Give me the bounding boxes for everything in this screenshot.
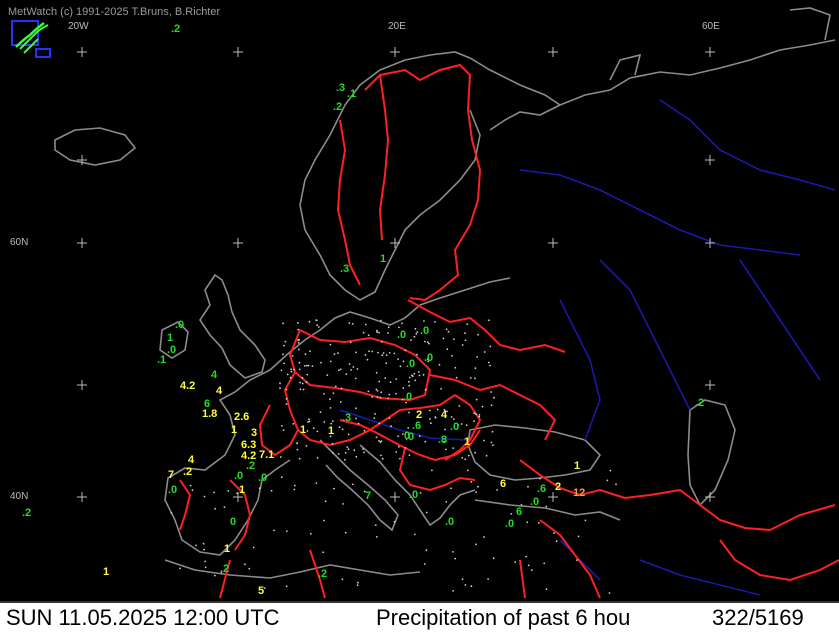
precip-value: 2.6: [234, 411, 249, 423]
precip-value: .0: [420, 325, 429, 337]
precip-value: 1: [167, 332, 173, 344]
precip-value: .0: [168, 484, 177, 496]
precip-value: .0: [406, 358, 415, 370]
precip-value: 1: [239, 484, 245, 496]
precip-value: .2: [183, 466, 192, 478]
precip-value: 1: [380, 253, 386, 265]
precip-value: 12: [573, 487, 585, 499]
lat-label-40n: 40N: [10, 491, 29, 502]
lon-label-20e: 20E: [388, 21, 406, 32]
status-title: Precipitation of past 6 hou: [376, 605, 631, 630]
precip-value: 4: [211, 369, 218, 381]
precip-value: 1: [328, 425, 334, 437]
precip-value: .0: [258, 472, 267, 484]
precip-value: 0: [230, 516, 236, 528]
precip-value: .0: [234, 470, 243, 482]
precip-value: .6: [412, 420, 421, 432]
metwatch-logo-icon: [11, 20, 51, 58]
precip-value: 4: [188, 454, 195, 466]
precip-value: 1: [300, 424, 306, 436]
status-bar: SUN 11.05.2025 12:00 UTC Precipitation o…: [0, 601, 839, 634]
precip-value: .0: [175, 319, 184, 331]
precip-value: .0: [424, 352, 433, 364]
precip-value: .0: [505, 518, 514, 530]
precip-value: .6: [537, 483, 546, 495]
precip-value: .0: [409, 489, 418, 501]
precip-value: .8: [438, 434, 447, 446]
precip-value: .0: [403, 391, 412, 403]
precip-value: 1: [224, 543, 230, 555]
precip-value: 3: [251, 427, 257, 439]
precip-value: 1.8: [202, 408, 217, 420]
precip-value: 7: [365, 490, 371, 502]
precip-value: .1: [157, 354, 166, 366]
precip-value: .2: [220, 563, 229, 575]
precip-value: 5: [258, 585, 264, 597]
precip-value: 4: [216, 385, 223, 397]
europe-map: .2.1.2.31.01.0.1.0.0.0.044.2 461.8 2.61 36.…: [0, 0, 839, 600]
lon-label-20w: 20W: [68, 21, 89, 32]
precip-value: 6: [500, 478, 506, 490]
precip-value: 7.1: [259, 449, 274, 461]
precip-value: .2: [22, 507, 31, 519]
precip-value: .0: [445, 516, 454, 528]
precip-value: .2: [318, 568, 327, 580]
precip-value: .3: [340, 263, 349, 275]
status-counts: 322/5169: [712, 605, 804, 630]
precip-value: .0: [530, 496, 539, 508]
precip-value: .3: [342, 412, 351, 424]
precip-value: 1: [464, 436, 470, 448]
precip-value: .1: [347, 88, 356, 100]
precip-value: .2: [246, 460, 255, 472]
precip-value: 1: [103, 566, 109, 578]
precip-value: 7: [168, 469, 174, 481]
precip-value: .0: [167, 344, 176, 356]
precip-value: 4.2: [180, 380, 195, 392]
lat-label-60n: 60N: [10, 237, 29, 248]
precip-value: .0: [450, 421, 459, 433]
precip-value: 6: [516, 506, 522, 518]
precip-value: .3: [336, 82, 345, 94]
precip-value: .2: [171, 23, 180, 35]
copyright-credit: MetWatch (c) 1991-2025 T.Bruns, B.Richte…: [8, 6, 221, 18]
lon-label-60e: 60E: [702, 21, 720, 32]
precip-value: 1: [574, 460, 580, 472]
precip-value: .2: [695, 397, 704, 409]
precip-value: 4: [441, 409, 448, 421]
precip-value: .2: [333, 101, 342, 113]
status-datetime: SUN 11.05.2025 12:00 UTC: [6, 605, 280, 630]
precip-value: 1: [231, 424, 237, 436]
precip-value: 0: [404, 430, 410, 442]
precip-value: 2: [555, 481, 561, 493]
precip-value: .0: [397, 329, 406, 341]
